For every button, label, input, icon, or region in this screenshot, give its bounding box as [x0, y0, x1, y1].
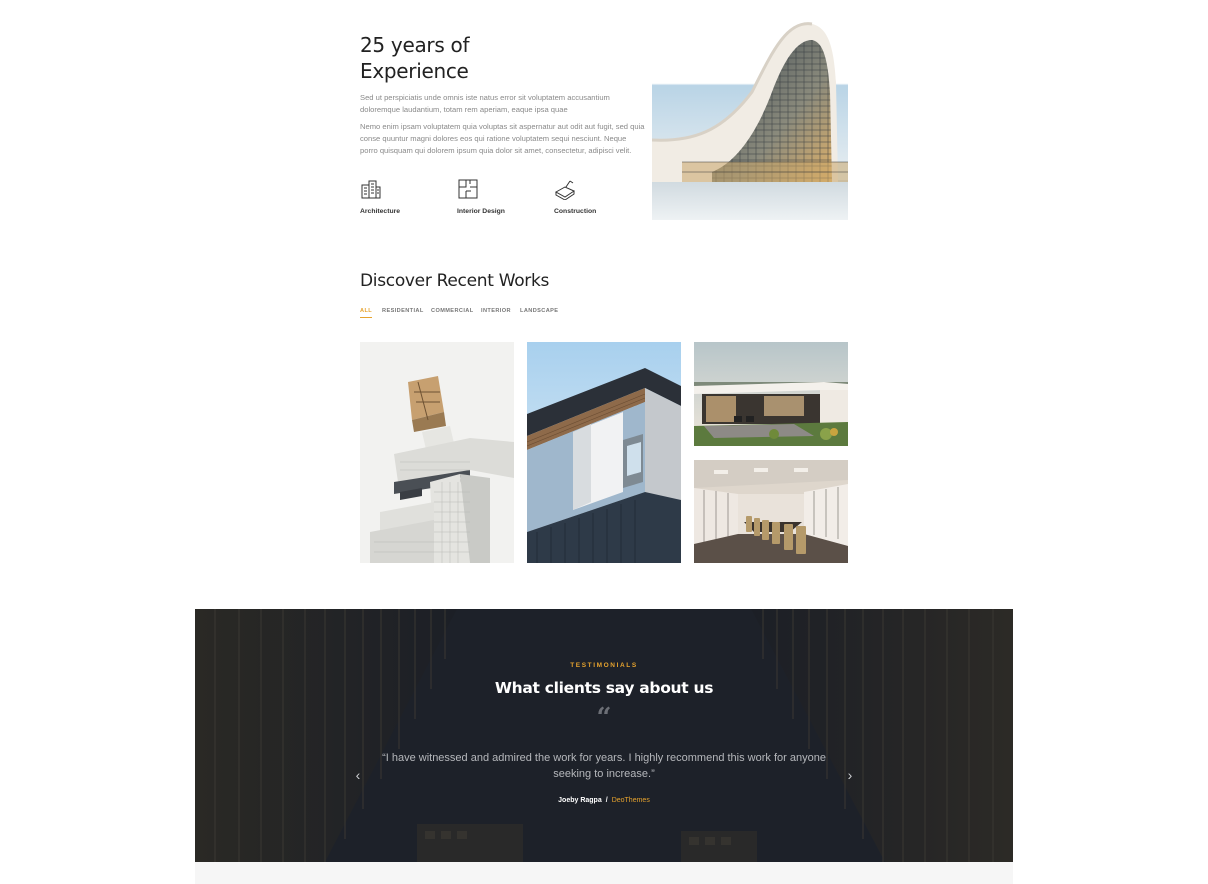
trowel-brick-icon [554, 180, 576, 200]
service-label: Architecture [360, 208, 401, 215]
testimonial-author: Joeby Ragpa / DeoThemes [195, 797, 1013, 804]
next-section-edge [195, 862, 1013, 884]
quote-icon: “ [596, 703, 612, 733]
testimonials-background-image [195, 609, 1013, 862]
about-title: 25 years of Experience [360, 32, 620, 84]
author-company: DeoThemes [611, 797, 650, 804]
testimonial-prev-button[interactable]: ‹ [350, 767, 366, 783]
testimonial-next-button[interactable]: › [842, 767, 858, 783]
testimonials-kicker: TESTIMONIALS [570, 662, 638, 669]
filter-all[interactable]: ALL [360, 308, 373, 318]
filter-landscape[interactable]: LANDSCAPE [520, 308, 558, 314]
about-section: 25 years of Experience Sed ut perspiciat… [360, 22, 848, 220]
service-architecture[interactable]: Architecture [360, 176, 450, 220]
featured-building-image [652, 22, 848, 220]
testimonials-title: What clients say about us [494, 679, 714, 697]
work-tile-modern-house[interactable] [527, 342, 681, 563]
service-label: Construction [554, 208, 597, 215]
service-construction[interactable]: Construction [554, 176, 644, 220]
about-title-line1: 25 years of [360, 33, 470, 57]
buildings-icon [361, 180, 381, 199]
testimonial-quote: “I have witnessed and admired the work f… [382, 752, 826, 780]
service-label: Interior Design [457, 208, 505, 215]
filter-interior[interactable]: INTERIOR [481, 308, 511, 314]
service-interior-design[interactable]: Interior Design [457, 176, 547, 220]
work-tile-conference-room[interactable] [694, 460, 848, 563]
work-tile-tower[interactable] [360, 342, 514, 563]
chevron-left-icon: ‹ [355, 767, 361, 783]
floor-plan-icon [458, 179, 478, 199]
filter-residential[interactable]: RESIDENTIAL [382, 308, 424, 314]
work-tile-villa[interactable] [694, 342, 848, 446]
chevron-right-icon: › [847, 767, 853, 783]
about-paragraph-1: Sed ut perspiciatis unde omnis iste natu… [360, 93, 610, 114]
filter-commercial[interactable]: COMMERCIAL [431, 308, 474, 314]
services-list: Architecture Interior Design Constructio… [360, 176, 640, 220]
about-title-line2: Experience [360, 59, 469, 83]
about-paragraph-2: Nemo enim ipsam voluptatem quia voluptas… [360, 122, 645, 155]
author-name: Joeby Ragpa [558, 797, 602, 804]
author-separator: / [605, 797, 608, 804]
works-title: Discover Recent Works [360, 271, 550, 291]
testimonials-section: TESTIMONIALS What clients say about us “… [195, 609, 1013, 862]
